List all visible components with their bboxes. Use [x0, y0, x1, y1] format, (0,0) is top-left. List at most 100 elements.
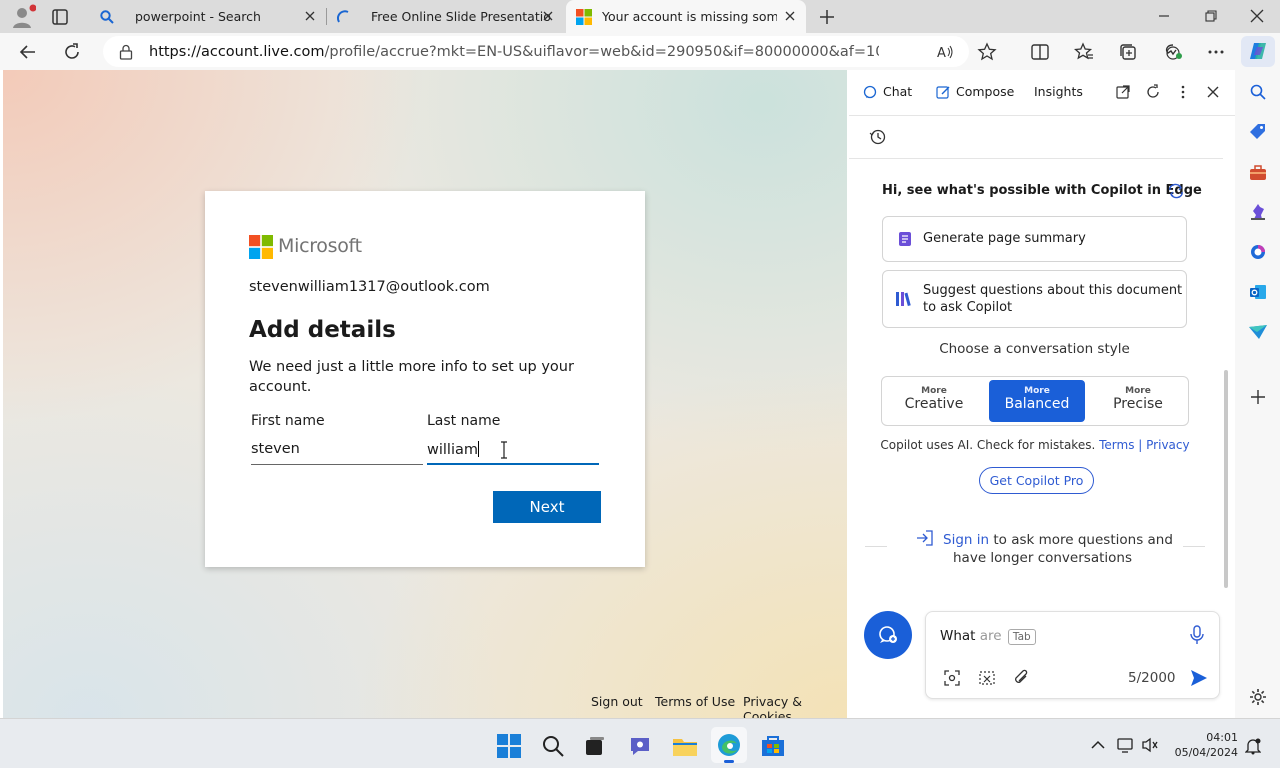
privacy-link[interactable]: Privacy: [1146, 438, 1189, 452]
suggestion-page-summary[interactable]: Generate page summary: [882, 216, 1187, 262]
tab-search[interactable]: powerpoint - Search: [88, 0, 326, 33]
microsoft-365-icon[interactable]: [1249, 243, 1267, 261]
tab-label: Chat: [883, 84, 913, 99]
search-icon[interactable]: [1249, 83, 1267, 101]
sign-in-icon: [917, 530, 933, 546]
autocomplete-text: are: [979, 628, 1002, 644]
volume-muted-icon[interactable]: [1141, 736, 1159, 754]
edge-taskbar-button[interactable]: [711, 727, 747, 763]
copilot-icon: [1250, 43, 1266, 59]
copilot-toggle-button[interactable]: [1241, 36, 1275, 67]
new-topic-button[interactable]: [864, 611, 912, 659]
tab-actions-icon: [52, 9, 68, 25]
chat-input-box[interactable]: What are Tab 5/2000: [925, 611, 1220, 699]
tab-account[interactable]: Your account is missing some ke: [566, 0, 806, 33]
drop-icon[interactable]: [1248, 323, 1268, 341]
tab-insights[interactable]: Insights: [1034, 84, 1083, 99]
windows-start-icon[interactable]: [497, 734, 521, 758]
restore-button[interactable]: [1203, 8, 1219, 24]
tools-icon[interactable]: [1249, 164, 1267, 182]
sign-in-prompt: Sign in to ask more questions and: [943, 530, 1173, 550]
scrollbar[interactable]: [1224, 370, 1228, 588]
search-icon: [100, 9, 114, 24]
style-creative[interactable]: More Creative: [882, 377, 986, 425]
minimize-button[interactable]: [1156, 8, 1172, 24]
screenshot-icon[interactable]: [943, 669, 961, 687]
clock[interactable]: 04:01 05/04/2024: [1160, 730, 1238, 760]
profile-button[interactable]: [8, 4, 36, 30]
sign-in-link[interactable]: Sign in: [943, 532, 989, 548]
task-view-icon[interactable]: [584, 735, 606, 757]
attachment-icon[interactable]: [1012, 668, 1030, 686]
extensions-button[interactable]: [1162, 42, 1184, 62]
tab-actions-button[interactable]: [50, 7, 70, 27]
restore-icon: [1205, 10, 1217, 22]
new-tab-button[interactable]: [817, 7, 837, 27]
edge-sidebar-rail: [1235, 70, 1280, 718]
file-explorer-icon[interactable]: [672, 734, 698, 758]
terms-of-use-link[interactable]: Terms of Use: [655, 694, 735, 709]
minimize-icon: [1159, 15, 1169, 17]
more-menu-button[interactable]: [1206, 42, 1226, 62]
plus-icon[interactable]: [1249, 388, 1267, 406]
next-button[interactable]: Next: [493, 491, 601, 523]
tab-slides[interactable]: Free Online Slide Presentation: P: [328, 0, 564, 33]
read-aloud-icon[interactable]: A: [937, 44, 955, 60]
microphone-icon[interactable]: [1190, 625, 1204, 645]
settings-gear-icon[interactable]: [1249, 688, 1267, 706]
close-icon[interactable]: [302, 8, 318, 24]
window-close-button[interactable]: [1249, 8, 1265, 24]
last-name-input[interactable]: william: [427, 435, 599, 465]
collections-button[interactable]: [1118, 42, 1138, 62]
divider: [849, 115, 1235, 116]
close-icon[interactable]: [782, 8, 798, 24]
outlook-icon[interactable]: [1249, 283, 1267, 301]
collections-icon: [1120, 44, 1136, 60]
style-balanced[interactable]: More Balanced: [989, 380, 1085, 422]
open-in-new-icon[interactable]: [1115, 84, 1131, 100]
network-icon[interactable]: [1117, 736, 1135, 754]
tab-compose[interactable]: Compose: [936, 84, 1014, 99]
suggestion-questions[interactable]: Suggest questions about this document to…: [882, 270, 1187, 328]
close-icon[interactable]: [1205, 84, 1221, 100]
back-button[interactable]: [18, 42, 38, 62]
disclaimer: Copilot uses AI. Check for mistakes. Ter…: [849, 438, 1221, 452]
send-icon[interactable]: [1189, 668, 1209, 688]
favorites-button[interactable]: [1074, 42, 1094, 62]
typed-text: What: [940, 628, 976, 644]
style-precise[interactable]: More Precise: [1086, 377, 1190, 425]
svg-text:A: A: [937, 46, 946, 60]
suggestion-line: Suggest questions about this document: [923, 283, 1183, 298]
sign-out-link[interactable]: Sign out: [591, 694, 643, 709]
terms-link[interactable]: Terms: [1099, 438, 1134, 452]
shopping-tag-icon[interactable]: [1249, 123, 1267, 141]
teams-chat-icon[interactable]: [628, 734, 652, 758]
disclaimer-text: Copilot uses AI. Check for mistakes.: [880, 438, 1096, 452]
more-vertical-icon[interactable]: [1175, 84, 1191, 100]
refresh-prompts-icon[interactable]: [1167, 183, 1185, 199]
games-icon[interactable]: [1249, 203, 1267, 221]
get-copilot-pro-button[interactable]: Get Copilot Pro: [979, 467, 1094, 494]
description: We need just a little more info to set u…: [249, 357, 574, 397]
split-screen-button[interactable]: [1030, 42, 1050, 62]
close-icon[interactable]: [540, 8, 556, 24]
tab-chat[interactable]: Chat: [863, 84, 912, 99]
style-heading: Choose a conversation style: [939, 341, 1130, 357]
refresh-icon[interactable]: [1145, 84, 1161, 100]
suggestion-label: Generate page summary: [923, 231, 1086, 246]
notification-bell-icon[interactable]: [1245, 737, 1261, 755]
privacy-cookies-link[interactable]: Privacy & Cookies: [743, 694, 847, 718]
tab-title: powerpoint - Search: [135, 9, 261, 24]
search-icon[interactable]: [541, 734, 565, 758]
style-label: Balanced: [1004, 396, 1070, 412]
refresh-button[interactable]: [62, 42, 82, 62]
microsoft-store-icon[interactable]: [760, 733, 786, 759]
chevron-up-icon[interactable]: [1090, 738, 1106, 752]
address-bar[interactable]: https://account.live.com/profile/accrue?…: [103, 36, 997, 67]
first-name-input[interactable]: steven: [251, 435, 423, 465]
lock-icon: [119, 44, 133, 60]
chat-input[interactable]: What are Tab: [940, 628, 1036, 645]
history-icon[interactable]: [869, 128, 887, 146]
region-capture-icon[interactable]: [978, 669, 996, 687]
favorite-star-icon[interactable]: [977, 42, 997, 62]
